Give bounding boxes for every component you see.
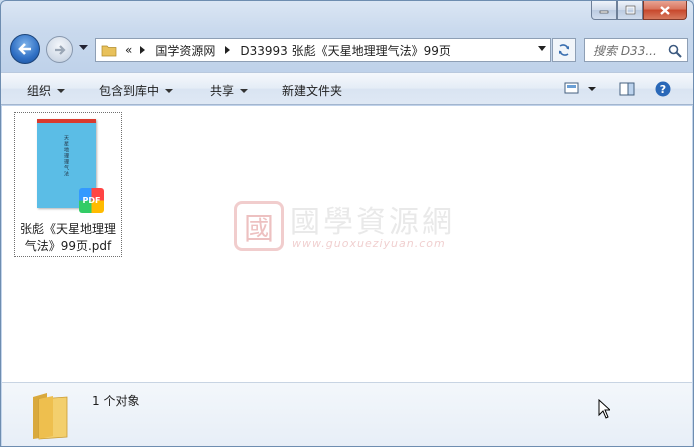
breadcrumb-item[interactable]: D33993 张彪《天星地理理气法》99页 <box>240 42 451 59</box>
maximize-icon <box>625 5 635 15</box>
mouse-pointer-icon <box>598 399 610 419</box>
refresh-icon <box>559 44 569 56</box>
folder-icon <box>33 393 68 440</box>
watermark-title: 國學資源網 <box>290 205 455 240</box>
minimize-button[interactable] <box>591 1 617 20</box>
navigation-row: « 国学资源网 D33993 张彪《天星地理理气法》99页 搜索 D33... <box>1 31 693 67</box>
arrow-right-icon <box>54 44 66 55</box>
caption-buttons <box>591 1 687 20</box>
share-label: 共享 <box>210 84 235 98</box>
search-icon[interactable] <box>668 44 682 58</box>
change-view-button[interactable] <box>564 82 600 99</box>
watermark-url: www.guoxueziyuan.com <box>292 237 446 250</box>
command-bar: 组织 包含到库中 共享 新建文件夹 ? <box>1 72 693 105</box>
caret-down-icon <box>57 88 66 93</box>
close-button[interactable] <box>643 1 687 20</box>
include-in-library-label: 包含到库中 <box>99 84 160 98</box>
new-folder-button[interactable]: 新建文件夹 <box>282 82 342 99</box>
forward-button[interactable] <box>46 36 73 63</box>
pdf-icon: PDF <box>79 188 104 213</box>
caret-down-icon <box>240 88 249 93</box>
details-pane: 1 个对象 <box>2 382 692 446</box>
search-input[interactable]: 搜索 D33... <box>584 38 688 62</box>
file-name: 张彪《天星地理理气法》99页.pdf <box>19 222 116 253</box>
chevron-right-icon <box>140 46 146 54</box>
item-count: 1 个对象 <box>92 394 140 408</box>
back-button[interactable] <box>10 34 40 64</box>
view-icon <box>564 82 596 94</box>
organize-label: 组织 <box>27 84 52 98</box>
chevron-right-icon <box>225 46 231 54</box>
search-placeholder: 搜索 D33... <box>593 43 657 58</box>
maximize-button[interactable] <box>617 1 643 20</box>
file-item[interactable]: 天星地理理气法 PDF 张彪《天星地理理气法》99页.pdf <box>14 112 122 257</box>
folder-icon <box>101 45 117 57</box>
address-bar[interactable]: « 国学资源网 D33993 张彪《天星地理理气法》99页 <box>95 38 551 62</box>
svg-text:?: ? <box>660 83 666 96</box>
help-button[interactable]: ? <box>655 81 671 100</box>
preview-pane-icon <box>619 82 635 96</box>
arrow-left-icon <box>18 43 31 55</box>
organize-menu[interactable]: 组织 <box>27 82 66 99</box>
explorer-window: « 国学资源网 D33993 张彪《天星地理理气法》99页 搜索 D33... … <box>0 0 694 447</box>
new-folder-label: 新建文件夹 <box>282 84 343 98</box>
watermark-seal: 國 <box>234 201 284 251</box>
breadcrumb-overflow[interactable]: « <box>125 43 132 57</box>
thumbnail-title: 天星地理理气法 <box>63 135 69 177</box>
share-menu[interactable]: 共享 <box>210 82 249 99</box>
file-list-area[interactable]: 天星地理理气法 PDF 张彪《天星地理理气法》99页.pdf 國 國學資源網 w… <box>2 106 692 382</box>
pdf-badge-label: PDF <box>82 196 101 205</box>
help-icon: ? <box>655 81 671 97</box>
caret-down-icon <box>165 88 174 93</box>
preview-pane-button[interactable] <box>619 82 635 99</box>
chevron-down-icon[interactable] <box>538 46 546 51</box>
breadcrumb-item[interactable]: 国学资源网 <box>155 42 215 59</box>
minimize-icon <box>599 10 609 14</box>
close-icon <box>660 5 670 15</box>
include-in-library-menu[interactable]: 包含到库中 <box>99 82 174 99</box>
refresh-button[interactable] <box>552 38 576 62</box>
history-dropdown-icon[interactable] <box>79 45 88 51</box>
